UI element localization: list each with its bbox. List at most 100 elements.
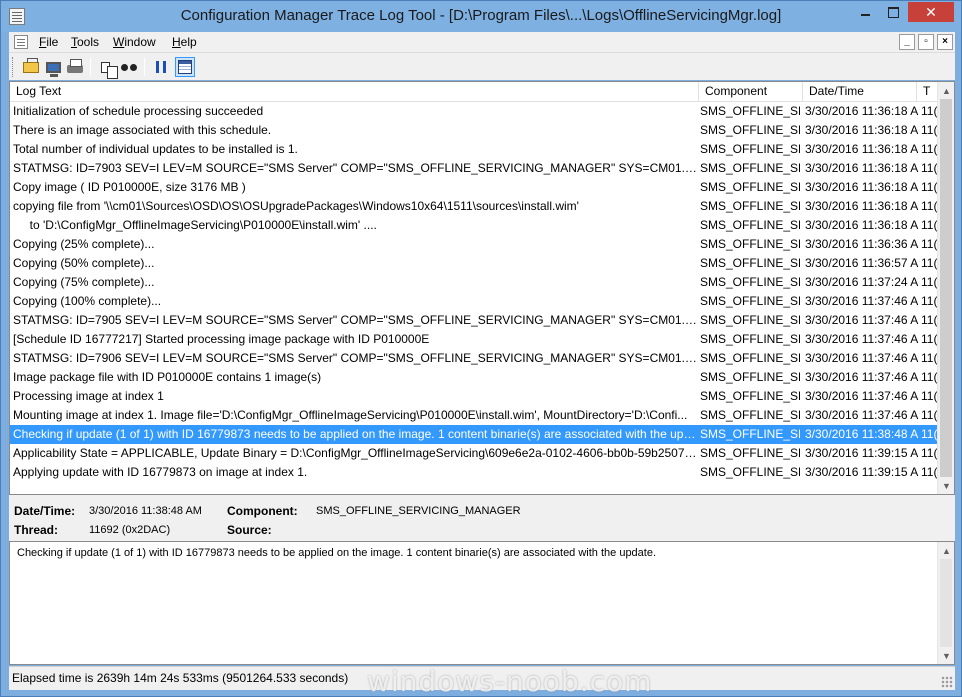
message-scrollbar[interactable]: ▲ ▼	[937, 542, 954, 664]
component-cell: SMS_OFFLINE_SER'	[700, 408, 800, 422]
thread-cell: 11(	[921, 465, 937, 479]
component-cell: SMS_OFFLINE_SER'	[700, 294, 800, 308]
table-row[interactable]: Copy image ( ID P010000E, size 3176 MB )…	[10, 178, 938, 197]
toolbar-grip[interactable]	[12, 57, 15, 77]
table-row[interactable]: Applicability State = APPLICABLE, Update…	[10, 444, 938, 463]
table-row[interactable]: copying file from '\\cm01\Sources\OSD\OS…	[10, 197, 938, 216]
component-cell: SMS_OFFLINE_SER'	[700, 161, 800, 175]
datetime-cell: 3/30/2016 11:36:18 A	[805, 199, 919, 213]
table-row[interactable]: Initialization of schedule processing su…	[10, 102, 938, 121]
log-text-cell: There is an image associated with this s…	[13, 123, 272, 137]
scroll-up-icon[interactable]: ▲	[938, 82, 954, 99]
document-icon[interactable]	[14, 35, 28, 49]
thread-cell: 11(	[921, 370, 937, 384]
menu-window[interactable]: Window	[113, 35, 156, 49]
table-row[interactable]: Copying (25% complete)... SMS_OFFLINE_SER…	[10, 235, 938, 254]
table-row[interactable]: Copying (100% complete)... SMS_OFFLINE_SE…	[10, 292, 938, 311]
window-title: Configuration Manager Trace Log Tool - […	[180, 7, 782, 24]
menu-tools[interactable]: Tools	[71, 35, 99, 49]
title-bar[interactable]: Configuration Manager Trace Log Tool - […	[1, 1, 961, 32]
table-row[interactable]: Applying update with ID 16779873 on imag…	[10, 463, 938, 482]
table-row[interactable]: STATMSG: ID=7905 SEV=I LEV=M SOURCE="SMS…	[10, 311, 938, 330]
scroll-up-icon[interactable]: ▲	[938, 542, 955, 559]
thread-cell: 11(	[921, 180, 937, 194]
column-header-datetime[interactable]: Date/Time	[803, 82, 917, 102]
open-button[interactable]	[21, 57, 41, 77]
component-cell: SMS_OFFLINE_SER'	[700, 123, 800, 137]
log-text-cell: Copying (100% complete)...	[13, 294, 162, 308]
component-cell: SMS_OFFLINE_SER'	[700, 142, 800, 156]
table-row[interactable]: [Schedule ID 16777217] Started processin…	[10, 330, 938, 349]
thread-label: Thread:	[14, 523, 59, 537]
thread-value: 11692 (0x2DAC)	[89, 524, 171, 536]
copy-icon	[100, 61, 118, 79]
scroll-thumb[interactable]	[940, 559, 952, 647]
pause-icon	[156, 61, 166, 73]
minimize-button[interactable]	[852, 2, 878, 22]
source-label: Source:	[227, 523, 272, 537]
column-header-component[interactable]: Component	[699, 82, 803, 102]
menu-help[interactable]: Help	[172, 35, 197, 49]
component-value: SMS_OFFLINE_SERVICING_MANAGER	[316, 505, 521, 517]
child-restore-button[interactable]: ▫	[918, 34, 934, 50]
thread-cell: 11(	[921, 237, 937, 251]
table-row[interactable]: Image package file with ID P010000E cont…	[10, 368, 938, 387]
find-icon	[121, 62, 137, 72]
find-button[interactable]	[119, 57, 139, 77]
table-row[interactable]: Copying (75% complete)... SMS_OFFLINE_SER…	[10, 273, 938, 292]
datetime-cell: 3/30/2016 11:36:18 A	[805, 180, 919, 194]
view-icon	[178, 60, 192, 74]
table-row[interactable]: There is an image associated with this s…	[10, 121, 938, 140]
log-text-cell: Copy image ( ID P010000E, size 3176 MB )	[13, 180, 246, 194]
component-cell: SMS_OFFLINE_SER'	[700, 446, 800, 460]
log-text-cell: Copying (50% complete)...	[13, 256, 155, 270]
log-grid[interactable]: Log Text Component Date/Time T Initializ…	[9, 81, 955, 495]
log-text-cell: Processing image at index 1	[13, 389, 164, 403]
datetime-label: Date/Time:	[14, 504, 76, 518]
pause-button[interactable]	[151, 57, 171, 77]
scroll-down-icon[interactable]: ▼	[938, 647, 955, 664]
log-scrollbar[interactable]: ▲ ▼	[937, 82, 954, 494]
log-text-cell: Applicability State = APPLICABLE, Update…	[13, 446, 697, 460]
menu-file[interactable]: File	[39, 35, 58, 49]
print-button[interactable]	[65, 57, 85, 77]
log-text-cell: STATMSG: ID=7906 SEV=I LEV=M SOURCE="SMS…	[13, 351, 697, 365]
table-row[interactable]: Mounting image at index 1. Image file='D…	[10, 406, 938, 425]
copy-button[interactable]	[97, 57, 118, 79]
table-row[interactable]: Checking if update (1 of 1) with ID 1677…	[10, 425, 938, 444]
scroll-down-icon[interactable]: ▼	[938, 477, 954, 494]
view-button[interactable]	[175, 57, 195, 77]
column-header-thread[interactable]: T	[917, 82, 938, 102]
log-text-cell: Applying update with ID 16779873 on imag…	[13, 465, 308, 479]
table-row[interactable]: STATMSG: ID=7906 SEV=I LEV=M SOURCE="SMS…	[10, 349, 938, 368]
datetime-cell: 3/30/2016 11:37:46 A	[805, 313, 919, 327]
component-cell: SMS_OFFLINE_SER'	[700, 218, 800, 232]
thread-cell: 11(	[921, 313, 937, 327]
column-header-log-text[interactable]: Log Text	[10, 82, 699, 102]
datetime-cell: 3/30/2016 11:39:15 A	[805, 446, 919, 460]
resize-grip-icon[interactable]	[941, 676, 953, 688]
table-row[interactable]: to 'D:\ConfigMgr_OfflineImageServicing\P…	[10, 216, 938, 235]
scroll-thumb[interactable]	[940, 99, 952, 477]
table-row[interactable]: Total number of individual updates to be…	[10, 140, 938, 159]
log-text-cell: Checking if update (1 of 1) with ID 1677…	[13, 427, 697, 441]
message-panel[interactable]: Checking if update (1 of 1) with ID 1677…	[9, 541, 955, 665]
close-icon: ✕	[925, 3, 937, 20]
thread-cell: 11(	[921, 294, 937, 308]
close-button[interactable]: ✕	[908, 2, 954, 22]
message-text[interactable]: Checking if update (1 of 1) with ID 1677…	[17, 547, 656, 559]
table-row[interactable]: Processing image at index 1 SMS_OFFLINE_S…	[10, 387, 938, 406]
maximize-button[interactable]	[880, 2, 906, 22]
component-cell: SMS_OFFLINE_SER'	[700, 199, 800, 213]
open-remote-button[interactable]	[43, 57, 63, 77]
child-minimize-button[interactable]: _	[899, 34, 915, 50]
table-row[interactable]: Copying (50% complete)... SMS_OFFLINE_SER…	[10, 254, 938, 273]
toolbar-separator	[144, 58, 145, 76]
log-text-cell: to 'D:\ConfigMgr_OfflineImageServicing\P…	[13, 218, 377, 232]
table-row[interactable]: STATMSG: ID=7903 SEV=I LEV=M SOURCE="SMS…	[10, 159, 938, 178]
grid-header: Log Text Component Date/Time T	[10, 82, 938, 102]
child-close-button[interactable]: ×	[937, 34, 953, 50]
thread-cell: 11(	[921, 104, 937, 118]
app-window: Configuration Manager Trace Log Tool - […	[0, 0, 962, 697]
thread-cell: 11(	[921, 275, 937, 289]
